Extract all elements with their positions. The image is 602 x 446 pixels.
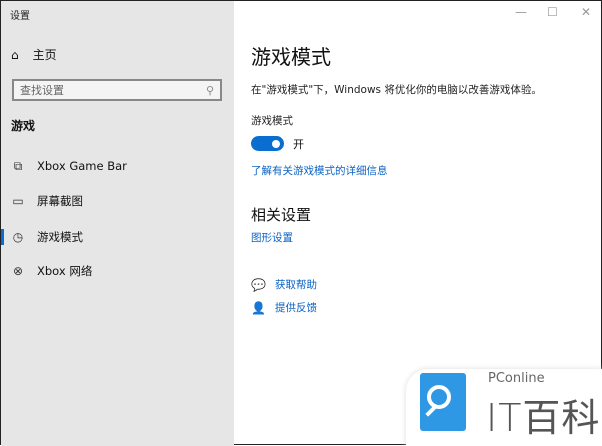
sidebar-item-home[interactable]: ⌂ 主页: [11, 46, 57, 63]
sidebar-item-label: 屏幕截图: [37, 194, 83, 208]
magnifier-logo-icon: [420, 373, 466, 431]
maximize-button[interactable]: ☐: [547, 5, 558, 19]
sidebar-item-xbox-network[interactable]: ⊗ Xbox 网络: [1, 257, 234, 285]
description: 在"游戏模式"下，Windows 将优化你的电脑以改善游戏体验。: [251, 84, 542, 96]
sidebar-item-xbox-game-bar[interactable]: ⧉ Xbox Game Bar: [1, 152, 234, 180]
get-help-row[interactable]: 💬 获取帮助: [251, 277, 317, 292]
feedback-icon: 👤: [251, 300, 266, 315]
section-heading: 游戏: [11, 119, 36, 133]
home-icon: ⌂: [11, 47, 19, 62]
sidebar-item-capture[interactable]: ▭ 屏幕截图: [1, 187, 234, 215]
game-mode-icon: ◷: [12, 230, 24, 244]
sidebar-item-game-mode[interactable]: ◷ 游戏模式: [1, 223, 234, 251]
learn-more-link[interactable]: 了解有关游戏模式的详细信息: [251, 163, 388, 178]
graphics-settings-link[interactable]: 图形设置: [251, 230, 293, 245]
toggle-state: 开: [293, 138, 304, 151]
sidebar-item-label: Xbox Game Bar: [37, 159, 127, 173]
home-label: 主页: [32, 48, 57, 62]
window-title: 设置: [10, 11, 30, 22]
search-icon: ⚲: [205, 83, 214, 97]
related-settings-heading: 相关设置: [251, 206, 312, 224]
pconline-watermark: PConline IT百科: [406, 369, 602, 446]
xbox-icon: ⊗: [12, 264, 24, 278]
capture-icon: ▭: [12, 194, 24, 208]
close-button[interactable]: ✕: [581, 5, 591, 19]
feedback-row[interactable]: 👤 提供反馈: [251, 300, 317, 315]
search-placeholder: 查找设置: [20, 84, 64, 97]
sidebar: 设置 ⌂ 主页 查找设置 ⚲ 游戏 ⧉ Xbox Game Bar ▭ 屏幕截图…: [1, 1, 234, 446]
toggle-label: 游戏模式: [251, 115, 293, 127]
get-help-link[interactable]: 获取帮助: [275, 277, 317, 292]
minimize-button[interactable]: —: [515, 5, 527, 19]
page-title: 游戏模式: [251, 45, 331, 69]
help-chat-icon: 💬: [251, 277, 266, 292]
game-mode-toggle[interactable]: [251, 136, 284, 151]
watermark-name: IT百科: [486, 396, 601, 440]
feedback-link[interactable]: 提供反馈: [275, 300, 317, 315]
toggle-knob: [272, 139, 280, 148]
search-input[interactable]: 查找设置 ⚲: [12, 79, 222, 101]
sidebar-item-label: 游戏模式: [37, 230, 83, 244]
watermark-brand: PConline: [488, 371, 545, 386]
game-bar-icon: ⧉: [13, 158, 23, 173]
sidebar-item-label: Xbox 网络: [37, 264, 93, 278]
